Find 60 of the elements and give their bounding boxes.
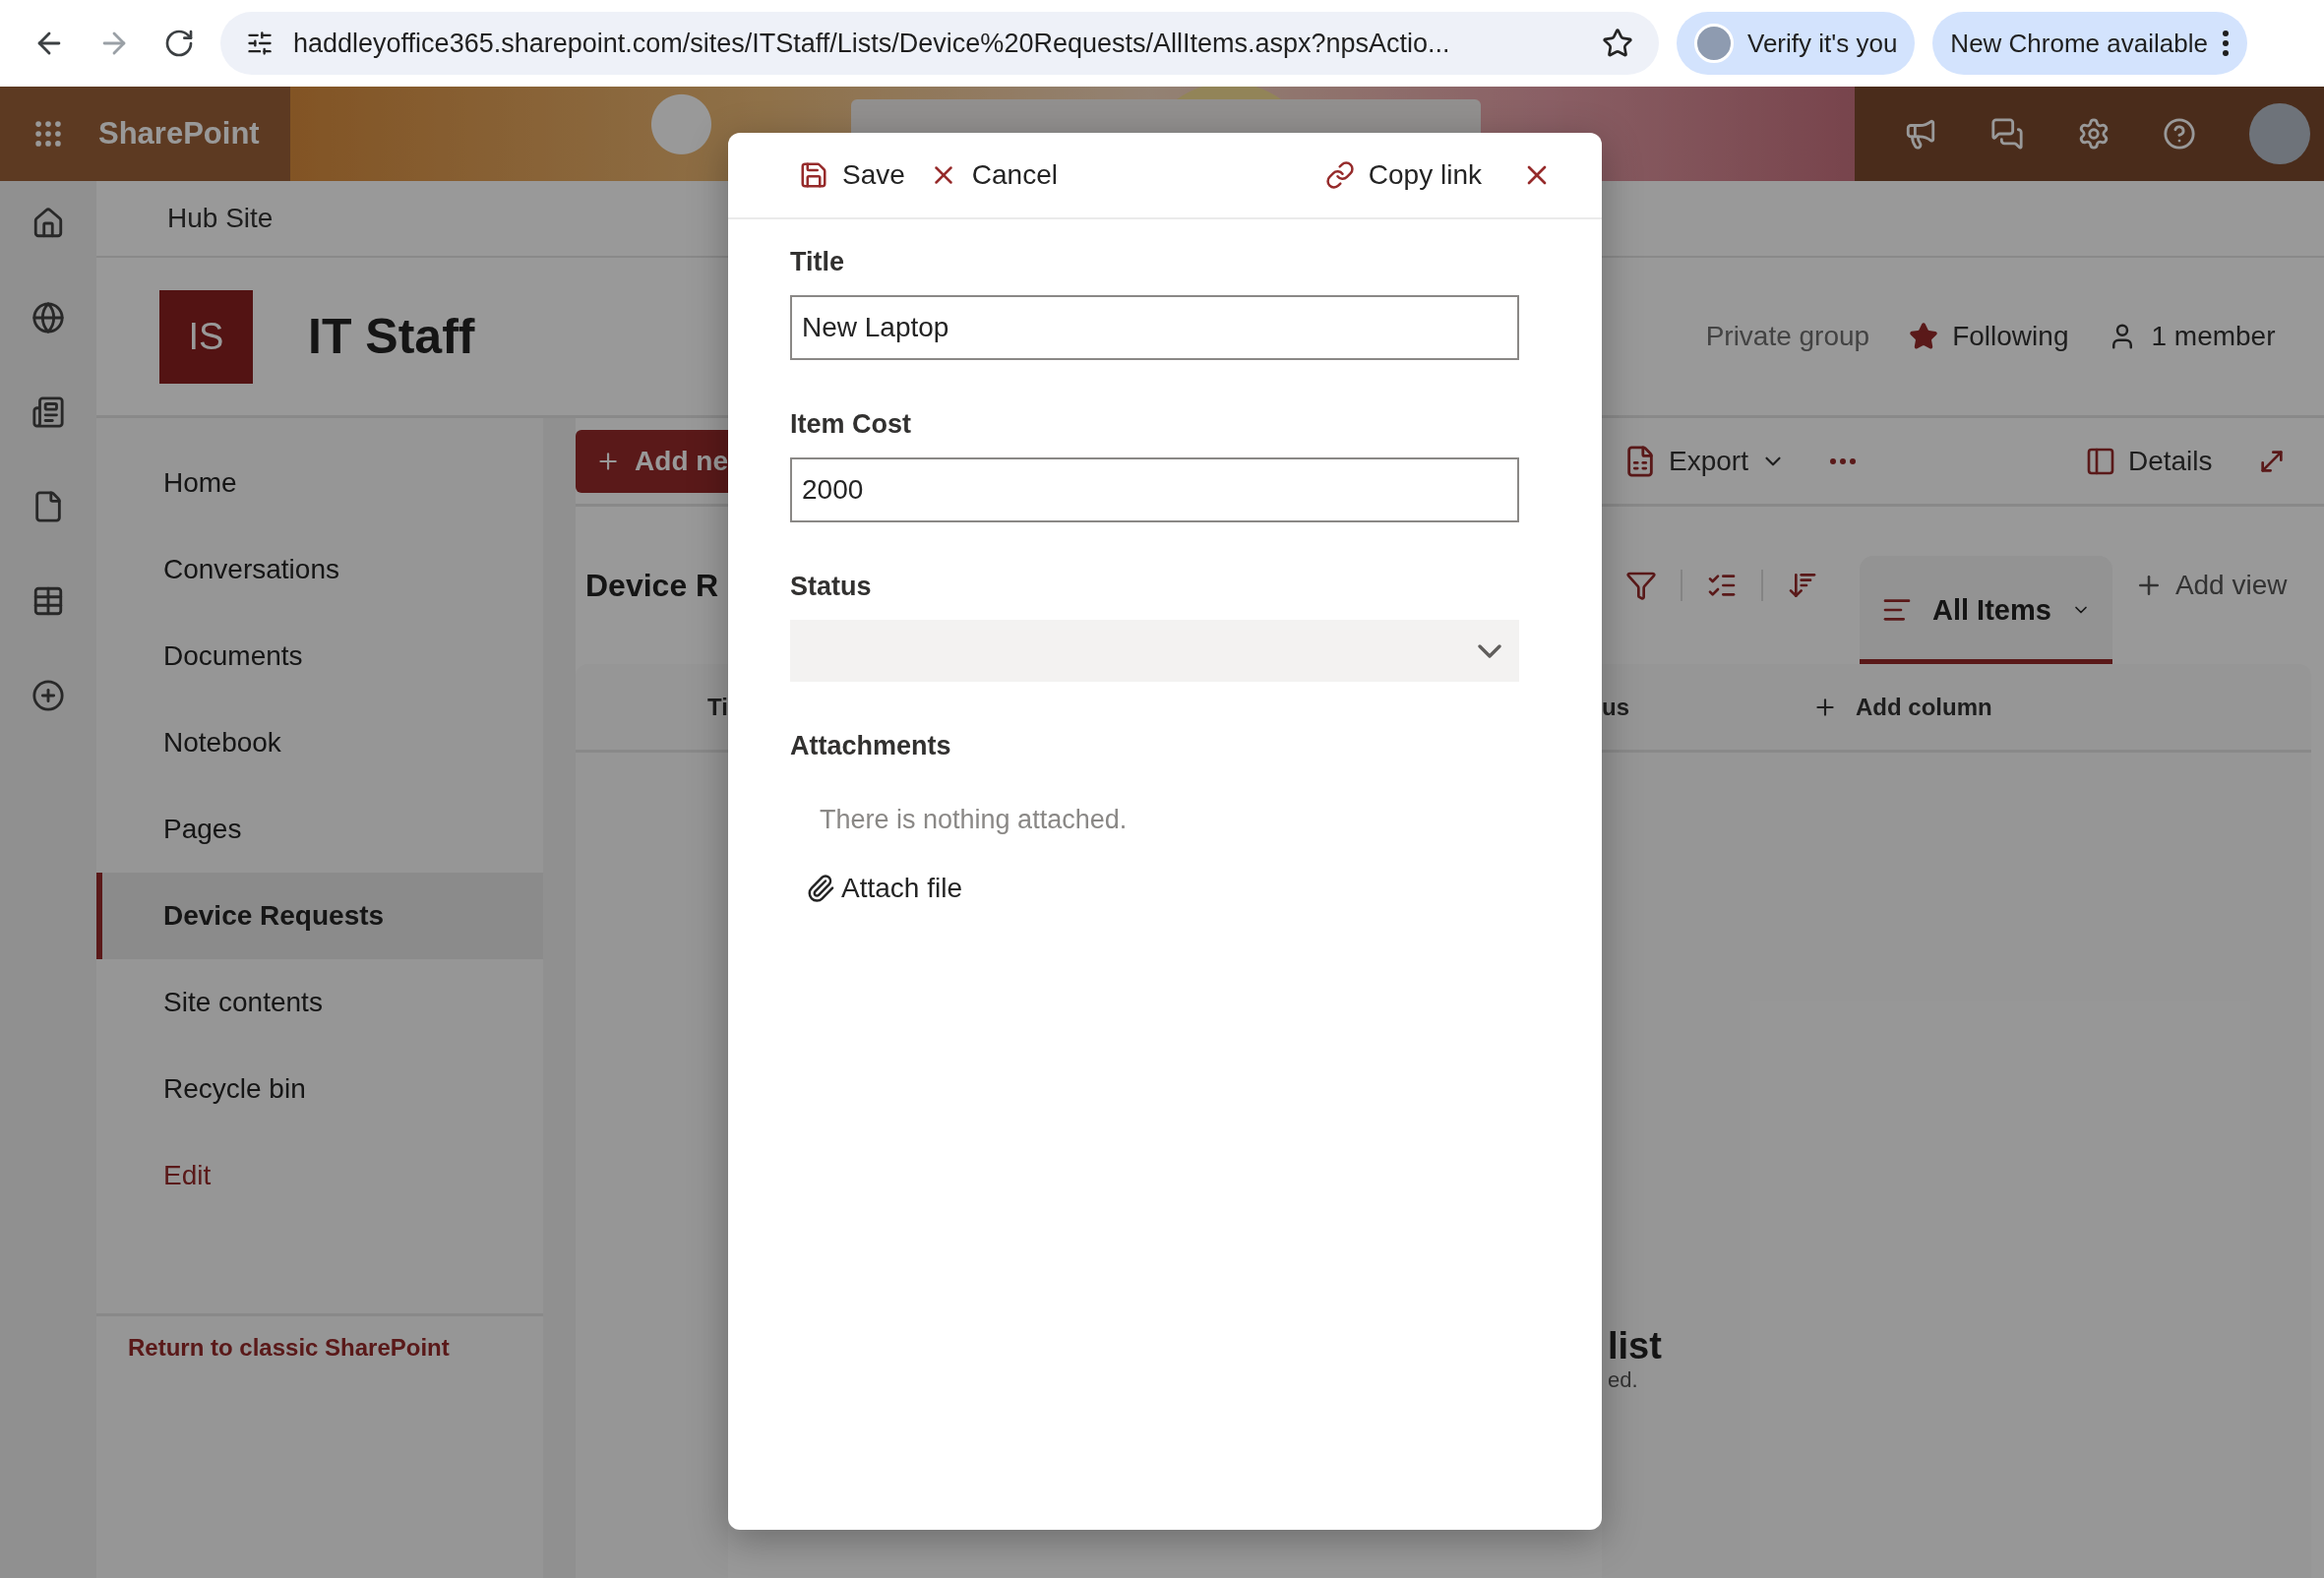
column-header[interactable]: Ti — [707, 693, 728, 721]
export-button[interactable]: Export — [1602, 431, 1807, 491]
field-label: Title — [790, 247, 845, 277]
add-new-button[interactable]: Add ne — [576, 429, 728, 493]
cancel-button[interactable]: Cancel — [916, 159, 1070, 191]
nav-item[interactable]: Documents — [96, 613, 543, 699]
globe-icon[interactable] — [31, 301, 65, 334]
site-logo: IS — [159, 289, 253, 384]
star-icon — [1909, 322, 1939, 351]
ellipsis-icon — [1828, 456, 1857, 465]
add-view-button[interactable]: Add view — [2111, 556, 2309, 615]
text-field[interactable]: New Laptop — [790, 295, 1519, 360]
create-icon[interactable] — [31, 679, 65, 712]
verify-button[interactable]: Verify it's you — [1677, 12, 1916, 75]
save-button[interactable]: Save — [787, 159, 917, 191]
site-settings-icon[interactable] — [246, 30, 274, 57]
nav-item[interactable]: Device Requests — [96, 873, 543, 959]
field-label: Status — [790, 572, 873, 602]
nav-item[interactable]: Pages — [96, 786, 543, 873]
reload-icon[interactable] — [163, 28, 195, 59]
details-button[interactable]: Details — [2062, 431, 2234, 491]
nav-item[interactable]: Site contents — [96, 959, 543, 1046]
home-icon[interactable] — [31, 207, 65, 240]
bookmark-star-icon[interactable] — [1602, 28, 1633, 59]
no-attachments-text: There is nothing attached. — [820, 805, 1129, 835]
chat-icon[interactable] — [1989, 117, 2024, 151]
megaphone-icon[interactable] — [1904, 117, 1937, 151]
empty-state-title: list — [1607, 1325, 1663, 1367]
list-icon[interactable] — [31, 584, 65, 618]
list-heading: Device R — [584, 567, 719, 604]
copy-link-button[interactable]: Copy link — [1313, 159, 1494, 191]
edit-link[interactable]: Edit — [96, 1132, 543, 1219]
save-icon — [799, 160, 828, 190]
site-title: IT Staff — [308, 308, 475, 365]
help-icon[interactable] — [2163, 117, 2197, 151]
hub-site-link[interactable]: Hub Site — [167, 203, 274, 234]
link-icon — [1324, 160, 1355, 190]
paperclip-icon — [806, 874, 835, 903]
text-field[interactable]: 2000 — [790, 457, 1519, 522]
update-button[interactable]: New Chrome available — [1932, 12, 2247, 75]
column-header[interactable]: us — [1602, 693, 1629, 721]
nav-item[interactable]: Conversations — [96, 526, 543, 613]
members-button[interactable]: 1 member — [2108, 321, 2276, 352]
address-bar[interactable]: haddleyoffice365.sharepoint.com/sites/ITStaff/Lists/Device%20Requests/AllItems.aspx?npsActio... — [220, 12, 1659, 75]
follow-button[interactable]: Following — [1909, 321, 2069, 352]
add-column-button[interactable]: Add column — [1806, 692, 1998, 722]
nav-item[interactable]: Notebook — [96, 699, 543, 786]
view-tab[interactable]: All Items — [1860, 556, 2112, 664]
avatar-icon — [1694, 24, 1734, 63]
classic-sharepoint-link[interactable]: Return to classic SharePoint — [128, 1334, 450, 1361]
filter-icon[interactable] — [1625, 570, 1657, 601]
privacy-label: Private group — [1705, 321, 1870, 352]
attach-file-button[interactable]: Attach file — [806, 873, 962, 904]
attachments-label: Attachments — [790, 731, 952, 761]
nav-item[interactable]: Recycle bin — [96, 1046, 543, 1132]
empty-state-text: ed. — [1607, 1367, 1639, 1393]
nav-item[interactable]: Home — [96, 440, 543, 526]
field-label: Item Cost — [790, 409, 913, 440]
more-icon — [2221, 30, 2230, 57]
news-icon[interactable] — [31, 395, 65, 429]
